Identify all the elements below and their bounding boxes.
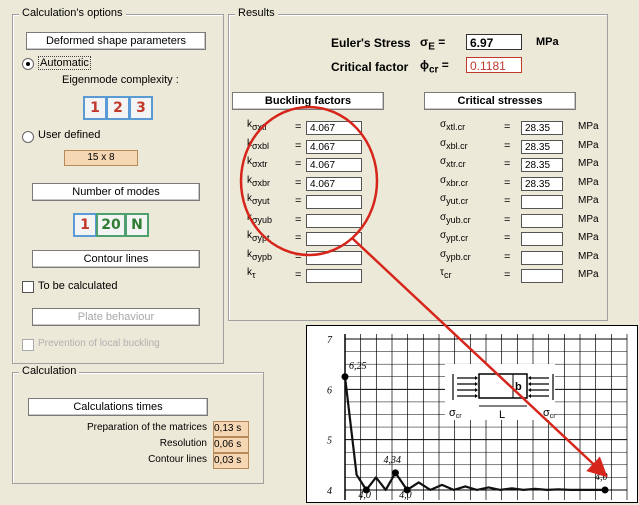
plate-l-label: L [499, 409, 505, 421]
y-tick-label: 6 [327, 385, 332, 396]
y-tick-label: 4 [327, 486, 332, 497]
highlight-ellipse [239, 105, 379, 257]
curve-point [601, 486, 609, 494]
curve-annotation: 4,0 [399, 490, 412, 501]
chart-panel: 4 5 6 7 6,25 4,34 4,0 4,0 4,0 b Lσcr σcr [306, 325, 638, 503]
y-tick-label: 5 [327, 436, 332, 447]
plate-b-label: b [515, 381, 522, 393]
sigma-right-sub: cr [550, 413, 557, 420]
curve-annotation: 4,34 [383, 455, 401, 466]
curve-annotation: 4,0 [358, 490, 371, 501]
curve-point [341, 373, 349, 381]
sigma-left-sub: cr [456, 413, 463, 420]
buckling-factor-chart: 45676,254,344,0 4,04,0bLσcr σcr [327, 334, 628, 501]
curve-annotation: 6,25 [349, 361, 367, 372]
curve-annotation: 4,0 [595, 472, 608, 483]
y-tick-label: 7 [327, 335, 333, 346]
curve-point [391, 469, 399, 477]
